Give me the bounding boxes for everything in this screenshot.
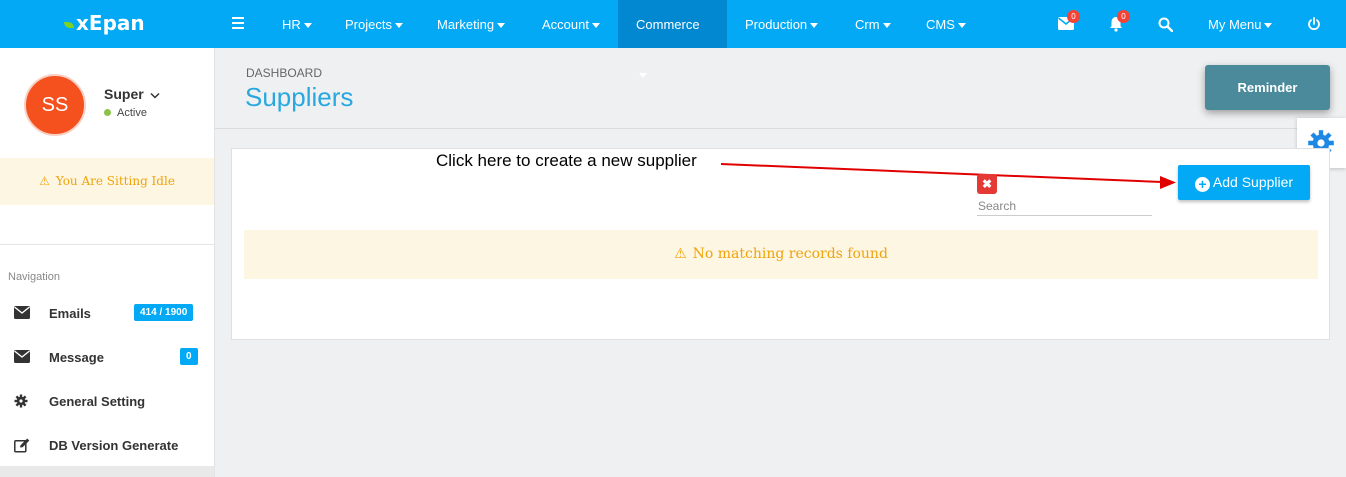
sidebar-heading: Navigation bbox=[8, 271, 60, 283]
nav-label: Production bbox=[745, 17, 808, 32]
user-status-label: Active bbox=[117, 107, 147, 119]
nav-label: Commerce bbox=[636, 17, 700, 32]
nav-hr[interactable]: HR bbox=[264, 0, 330, 48]
caret-down-icon bbox=[1264, 23, 1273, 29]
avatar[interactable]: SS bbox=[24, 74, 86, 136]
nav-projects[interactable]: Projects bbox=[327, 0, 421, 48]
envelope-icon bbox=[14, 350, 30, 364]
search-icon[interactable] bbox=[1158, 17, 1176, 35]
my-menu-dropdown[interactable]: My Menu bbox=[1190, 0, 1290, 48]
nav-label: Account bbox=[542, 17, 589, 32]
message-count-badge: 0 bbox=[180, 348, 198, 365]
sidebar-item-label: General Setting bbox=[49, 394, 146, 409]
caret-down-icon bbox=[882, 23, 891, 29]
empty-state-text: No matching records found bbox=[692, 246, 888, 262]
caret-down-icon bbox=[639, 73, 647, 79]
user-status: Active bbox=[104, 107, 147, 119]
caret-down-icon bbox=[394, 23, 403, 29]
status-dot-icon bbox=[104, 109, 111, 116]
nav-label: Projects bbox=[345, 17, 392, 32]
nav-crm[interactable]: Crm bbox=[837, 0, 909, 48]
sidebar-item-message[interactable]: Message 0 bbox=[0, 338, 214, 378]
nav-label: Crm bbox=[855, 17, 880, 32]
gear-icon bbox=[14, 394, 30, 408]
reminder-button[interactable]: Reminder bbox=[1205, 65, 1330, 110]
sidebar-item-db-version-generate[interactable]: DB Version Generate bbox=[0, 426, 214, 466]
divider bbox=[215, 128, 1346, 129]
top-navbar: xEpan HR Projects Marketing Account Comm… bbox=[0, 0, 1346, 79]
user-name: Super bbox=[104, 86, 144, 102]
mail-count-badge: 0 bbox=[1067, 10, 1080, 23]
caret-down-icon bbox=[810, 23, 819, 29]
add-supplier-button[interactable]: + Add Supplier bbox=[1178, 165, 1310, 200]
divider bbox=[0, 244, 214, 245]
nav-commerce[interactable]: Commerce bbox=[618, 0, 727, 79]
caret-down-icon bbox=[957, 23, 966, 29]
envelope-icon bbox=[14, 306, 30, 320]
power-icon[interactable] bbox=[1307, 17, 1325, 35]
idle-alert-text: You Are Sitting Idle bbox=[55, 174, 175, 188]
user-menu[interactable]: Super bbox=[104, 86, 160, 102]
nav-label: Marketing bbox=[437, 17, 495, 32]
plus-circle-icon: + bbox=[1194, 177, 1210, 192]
nav-label: HR bbox=[282, 17, 301, 32]
caret-down-icon bbox=[591, 23, 600, 29]
caret-down-icon bbox=[497, 23, 506, 29]
idle-alert: ⚠ You Are Sitting Idle bbox=[0, 158, 214, 205]
my-menu-label: My Menu bbox=[1208, 17, 1262, 32]
caret-down-icon bbox=[303, 23, 312, 29]
sidebar-item-label: Message bbox=[49, 350, 104, 365]
sidebar-scroll-edge bbox=[0, 466, 214, 477]
chevron-down-icon bbox=[150, 92, 160, 99]
notification-count-badge: 0 bbox=[1117, 10, 1130, 23]
nav-account[interactable]: Account bbox=[524, 0, 618, 48]
sidebar-item-label: Emails bbox=[49, 306, 91, 321]
nav-label: CMS bbox=[926, 17, 955, 32]
sidebar: SS Super Active ⚠ You Are Sitting Idle Na… bbox=[0, 48, 215, 477]
sidebar-item-general-setting[interactable]: General Setting bbox=[0, 382, 214, 422]
sidebar-item-label: DB Version Generate bbox=[49, 438, 179, 453]
email-count-badge: 414 / 1900 bbox=[134, 304, 194, 321]
nav-cms[interactable]: CMS bbox=[908, 0, 984, 48]
hamburger-menu-icon[interactable] bbox=[232, 17, 244, 29]
add-supplier-label: Add Supplier bbox=[1212, 174, 1294, 190]
nav-marketing[interactable]: Marketing bbox=[419, 0, 523, 48]
annotation-text: Click here to create a new supplier bbox=[436, 151, 697, 170]
breadcrumb[interactable]: DASHBOARD bbox=[246, 66, 322, 80]
sidebar-item-emails[interactable]: Emails 414 / 1900 bbox=[0, 294, 214, 334]
search-input[interactable] bbox=[977, 196, 1152, 216]
leaf-icon bbox=[64, 21, 74, 28]
page-title: Suppliers bbox=[245, 82, 354, 112]
empty-state-alert: ⚠ No matching records found bbox=[244, 230, 1318, 279]
nav-production[interactable]: Production bbox=[727, 0, 836, 48]
app-logo[interactable]: xEpan bbox=[64, 11, 145, 35]
clear-search-button[interactable]: ✖ bbox=[977, 174, 997, 194]
edit-icon bbox=[14, 438, 30, 453]
warning-icon: ⚠ bbox=[674, 246, 687, 262]
app-logo-text: xEpan bbox=[76, 11, 145, 35]
warning-icon: ⚠ bbox=[39, 174, 50, 188]
